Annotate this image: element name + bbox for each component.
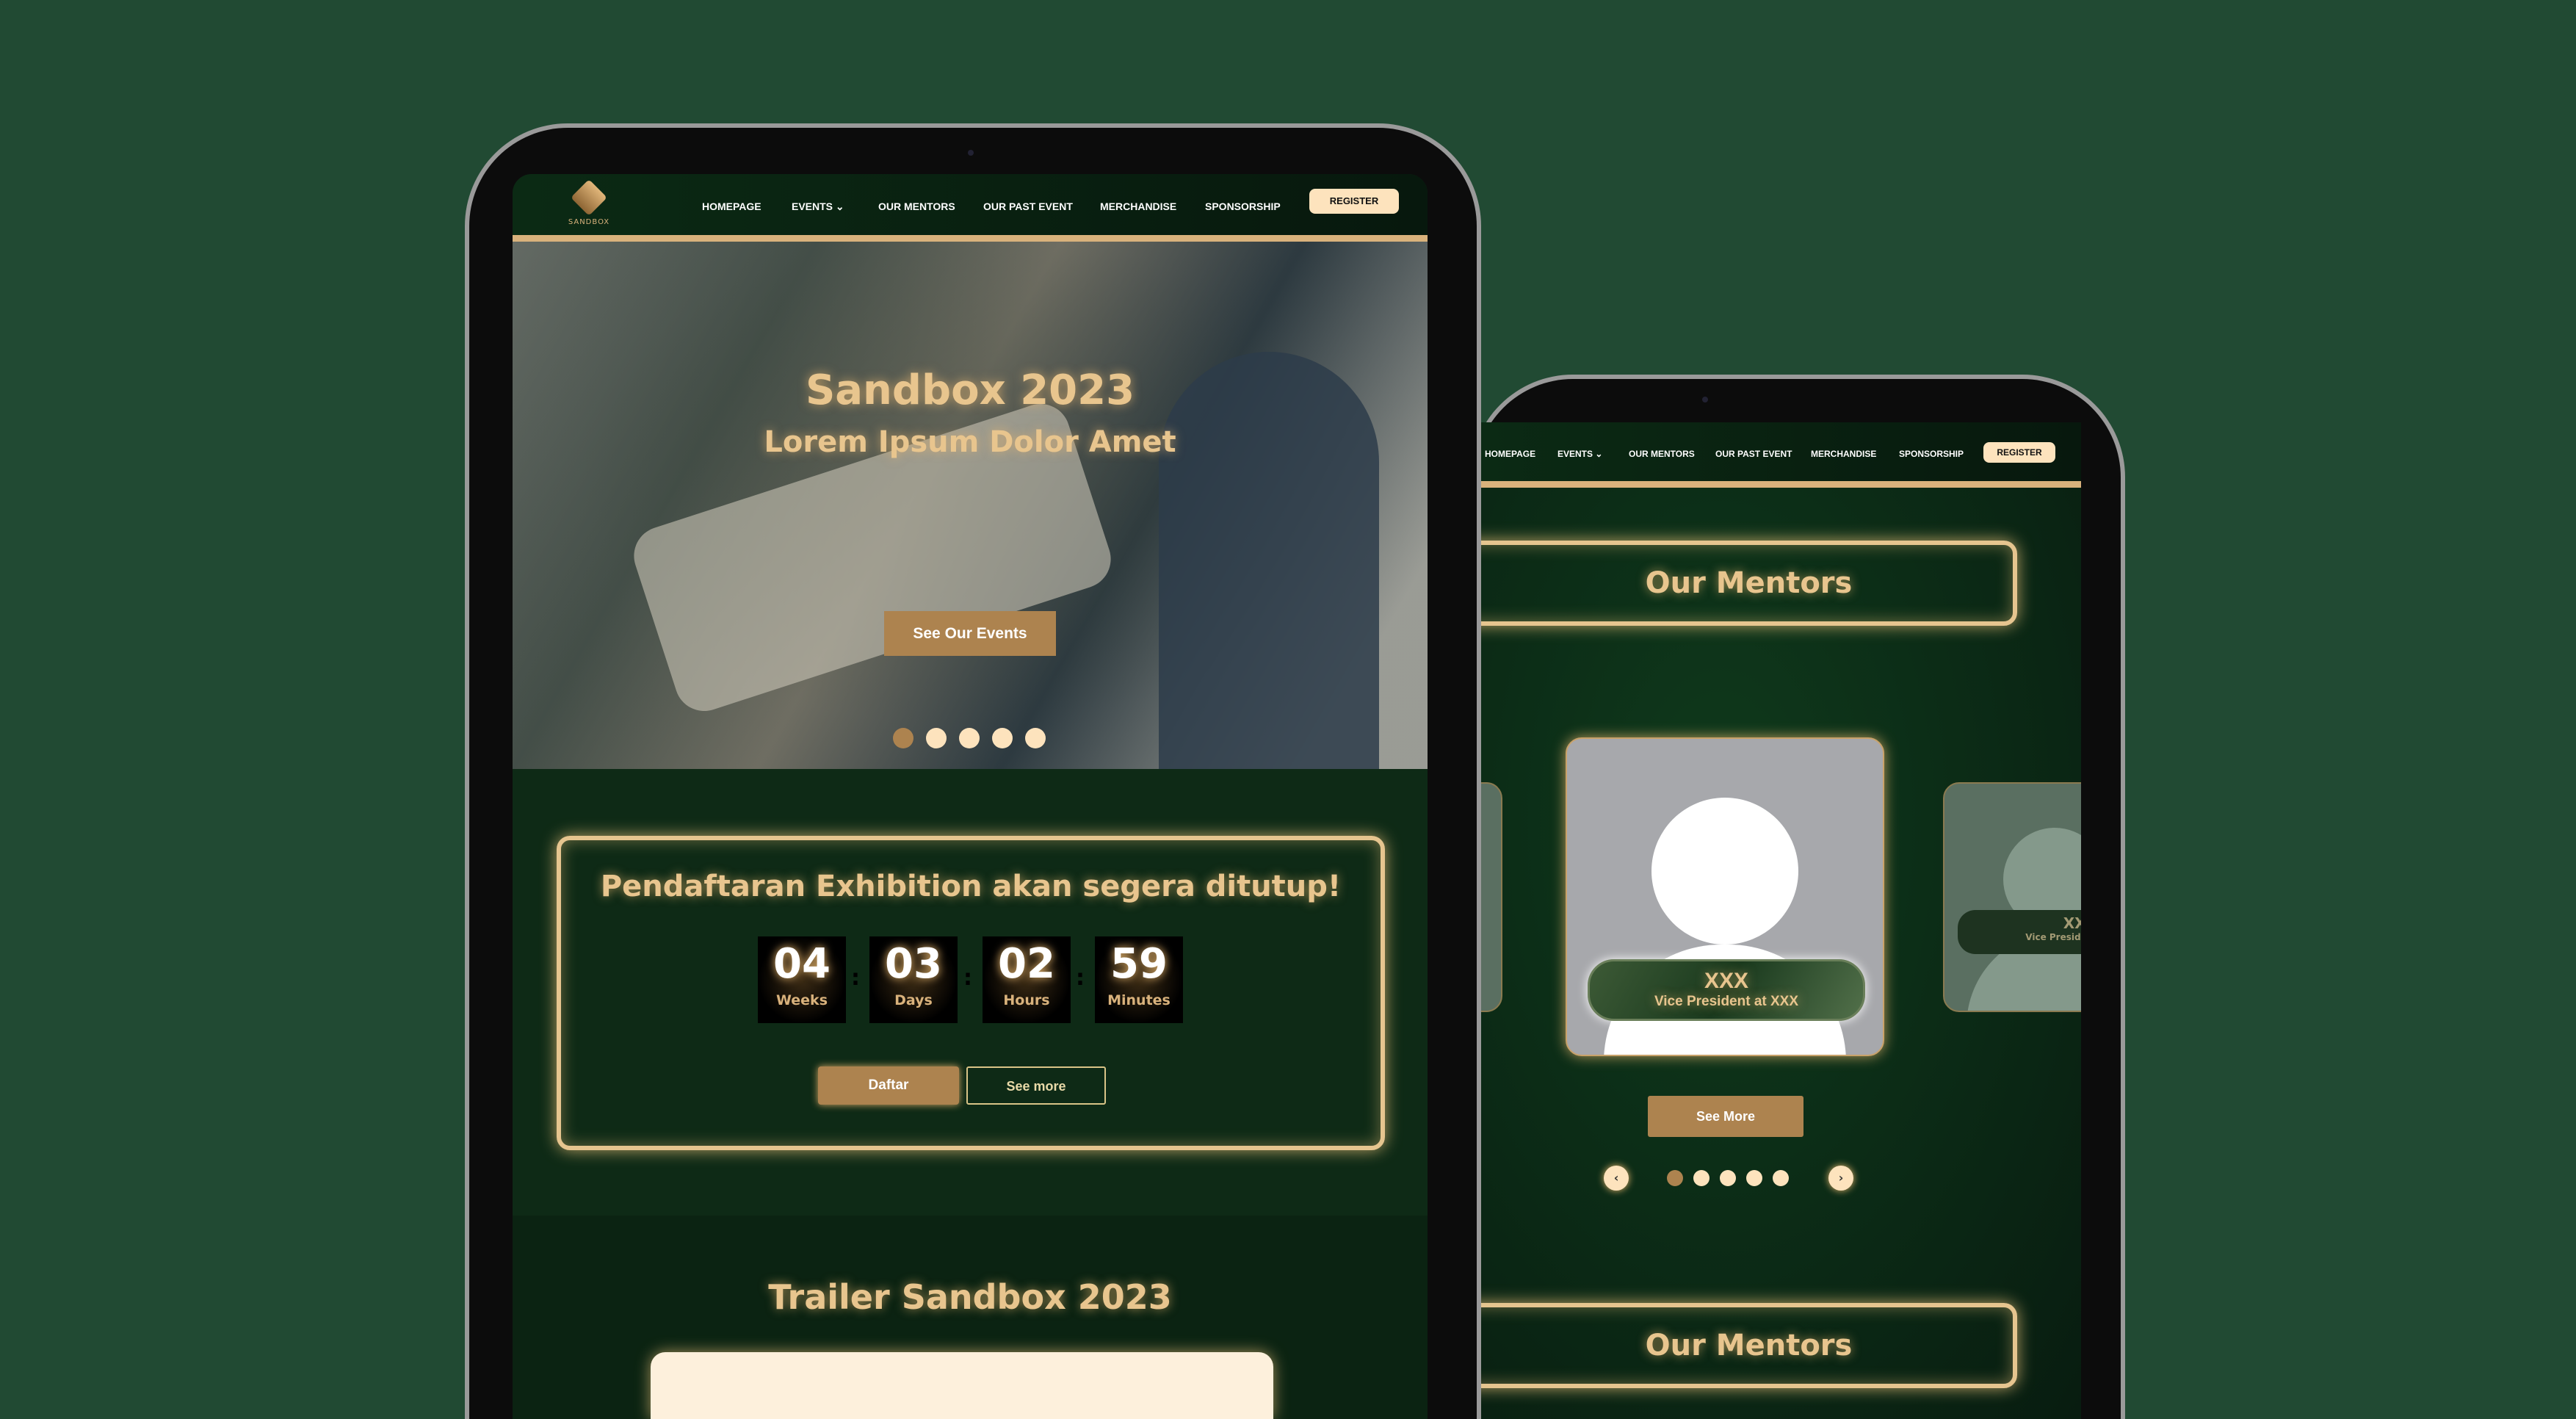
countdown-hours: 02 Hours [983,936,1071,1023]
countdown-days: 03 Days [869,936,958,1023]
nav-our-mentors[interactable]: OUR MENTORS [878,201,955,212]
hero-subtitle: Lorem Ipsum Dolor Amet [764,425,1176,459]
nav-homepage[interactable]: HOMEPAGE [1485,449,1535,459]
nav-events-label: EVENTS [1557,449,1593,459]
camera [1702,397,1708,402]
hours-value: 02 [998,940,1055,988]
weeks-value: 04 [773,940,831,988]
nav-merchandise[interactable]: MERCHANDISE [1811,449,1876,459]
chevron-down-icon: ⌄ [1595,449,1603,459]
carousel-dot[interactable] [1720,1170,1736,1186]
section-title: Our Mentors [1645,566,1853,600]
navbar: HOMEPAGE EVENTS ⌄ OUR MENTORS OUR PAST E… [1480,422,2081,488]
see-more-button[interactable]: See More [1648,1096,1803,1137]
minutes-value: 59 [1110,940,1168,988]
sandbox-logo[interactable]: SANDBOX [562,178,615,237]
countdown-title: Pendaftaran Exhibition akan segera ditut… [600,870,1342,903]
nav-our-mentors[interactable]: OUR MENTORS [1629,449,1695,459]
nav-events[interactable]: EVENTS ⌄ [792,201,844,213]
mentor-name: XXX [2063,914,2081,932]
mentor-label: XXX Vice President at XXX [1588,959,1865,1021]
trailer-title: Trailer Sandbox 2023 [768,1277,1172,1317]
chevron-down-icon: ⌄ [835,201,844,212]
prev-arrow-icon[interactable]: ‹ [1604,1166,1629,1191]
mentor-role: Vice President [2025,932,2081,942]
see-more-button[interactable]: See more [966,1066,1106,1105]
register-button[interactable]: REGISTER [1983,442,2055,463]
countdown-minutes: 59 Minutes [1095,936,1183,1023]
nav-events-label: EVENTS [792,201,833,212]
carousel-dot[interactable] [992,728,1013,748]
mentors-screen: HOMEPAGE EVENTS ⌄ OUR MENTORS OUR PAST E… [1480,422,2081,1419]
nav-past-event[interactable]: OUR PAST EVENT [983,201,1073,212]
nav-sponsorship[interactable]: SPONSORSHIP [1205,201,1281,212]
camera [968,150,974,156]
mentor-role: Vice President at XXX [1654,994,1799,1009]
mentor-card[interactable]: XXX Vice President at XXX [1566,737,1884,1056]
nav-events[interactable]: EVENTS ⌄ [1557,449,1602,459]
days-label: Days [894,992,933,1008]
avatar-head [1651,798,1798,945]
register-button[interactable]: REGISTER [1309,189,1399,214]
nav-merchandise[interactable]: MERCHANDISE [1100,201,1176,212]
separator: : [851,965,860,991]
nav-sponsorship[interactable]: SPONSORSHIP [1899,449,1964,459]
nav-homepage[interactable]: HOMEPAGE [702,201,761,212]
hero-title: Sandbox 2023 [805,367,1135,414]
hours-label: Hours [1003,992,1050,1008]
trailer-section: Trailer Sandbox 2023 [513,1216,1428,1419]
separator: : [963,965,972,991]
hero-photo-person [1159,352,1379,769]
nav-past-event[interactable]: OUR PAST EVENT [1715,449,1792,459]
next-arrow-icon[interactable]: › [1828,1166,1853,1191]
carousel-dot[interactable] [1693,1170,1710,1186]
weeks-label: Weeks [776,992,828,1008]
logo-text: SANDBOX [568,218,610,226]
minutes-label: Minutes [1107,992,1171,1008]
mentor-card-left[interactable] [1480,782,1502,1012]
carousel-dot[interactable] [959,728,980,748]
carousel-dot[interactable] [1025,728,1046,748]
carousel-dot[interactable] [926,728,947,748]
section-title-box: Our Mentors [1480,541,2017,626]
mentor-card-right[interactable]: XXX Vice President [1943,782,2081,1012]
countdown-box: Pendaftaran Exhibition akan segera ditut… [557,836,1385,1150]
section-title-2: Our Mentors [1645,1329,1853,1362]
countdown-section: Pendaftaran Exhibition akan segera ditut… [513,769,1428,1216]
trailer-video[interactable] [651,1352,1273,1419]
carousel-dot[interactable] [893,728,913,748]
days-value: 03 [885,940,942,988]
hero-banner: Sandbox 2023 Lorem Ipsum Dolor Amet See … [513,242,1428,769]
section-title-box-2: Our Mentors [1480,1303,2017,1388]
carousel-dot[interactable] [1667,1170,1683,1186]
daftar-button[interactable]: Daftar [818,1066,959,1105]
carousel-dot[interactable] [1773,1170,1789,1186]
see-our-events-button[interactable]: See Our Events [884,611,1056,656]
separator: : [1076,965,1085,991]
countdown-weeks: 04 Weeks [758,936,846,1023]
mentor-label: XXX Vice President [1958,910,2081,954]
navbar: SANDBOX HOMEPAGE EVENTS ⌄ OUR MENTORS OU… [513,174,1428,242]
home-screen: SANDBOX HOMEPAGE EVENTS ⌄ OUR MENTORS OU… [513,174,1428,1419]
mentor-name: XXX [1704,969,1749,993]
logo-mark-icon [571,179,607,216]
carousel-dot[interactable] [1746,1170,1762,1186]
